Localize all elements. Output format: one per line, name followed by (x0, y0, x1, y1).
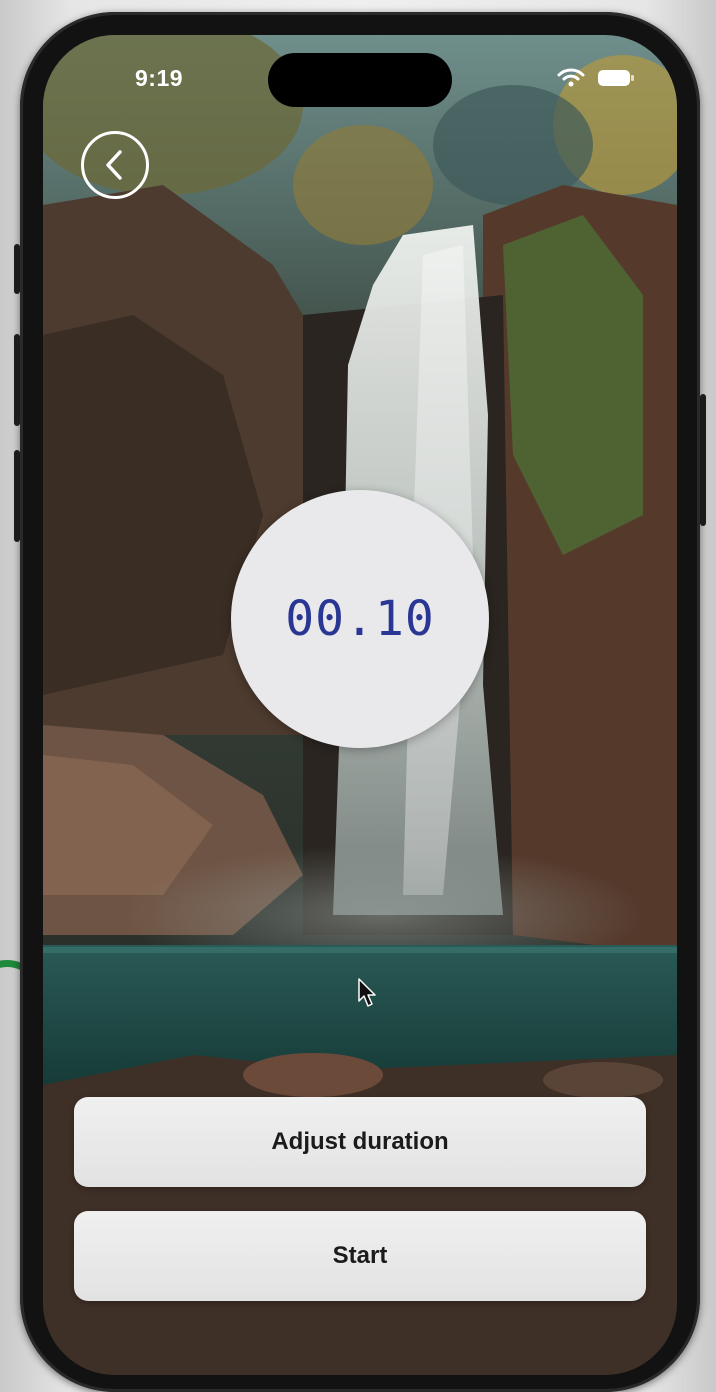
battery-icon (598, 70, 634, 86)
adjust-duration-button[interactable]: Adjust duration (74, 1097, 646, 1187)
status-icons (557, 68, 635, 88)
timer-circle: 00.10 (231, 490, 489, 748)
dynamic-island (268, 53, 452, 107)
chevron-left-icon (106, 150, 122, 180)
app-screen: 9:19 00.10 Adjust duration Start (43, 35, 677, 1375)
mouse-cursor-icon (358, 978, 376, 1007)
timer-display: 00.10 (285, 591, 435, 647)
status-time: 9:19 (135, 65, 184, 91)
phone-side-button-volume-up (14, 334, 20, 426)
back-button[interactable] (81, 131, 149, 199)
phone-side-button-power (700, 394, 706, 526)
phone-side-button-volume-down (14, 450, 20, 542)
phone-side-button-mute (14, 244, 20, 294)
wifi-icon (557, 68, 585, 87)
start-button[interactable]: Start (74, 1211, 646, 1301)
